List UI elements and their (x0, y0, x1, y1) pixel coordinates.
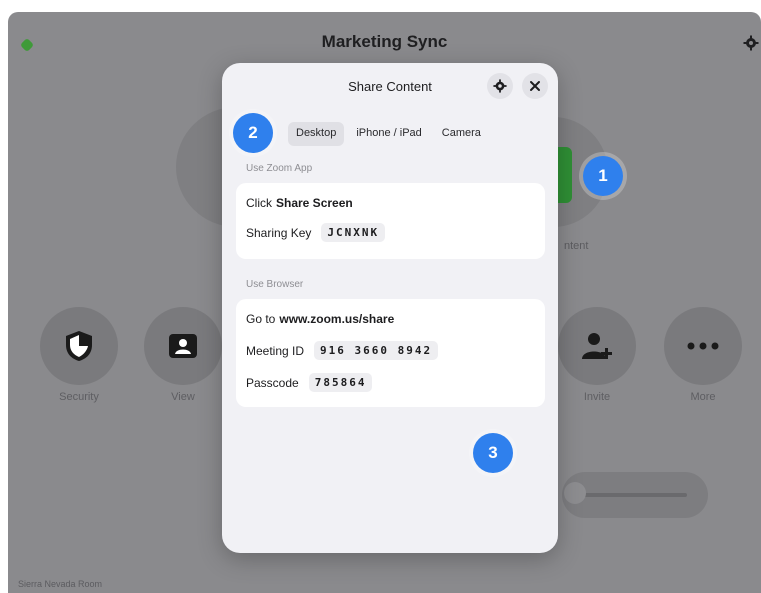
view-label: View (171, 391, 195, 403)
dialog-settings-button[interactable] (487, 73, 513, 99)
more-icon (687, 342, 719, 350)
browser-card: Go to www.zoom.us/share Meeting ID 916 3… (236, 299, 545, 407)
meeting-title: Marketing Sync (321, 32, 448, 51)
invite-button[interactable] (558, 307, 636, 385)
browser-section-label: Use Browser (246, 279, 304, 290)
sharing-key-row: Sharing Key JCNXNK (246, 223, 386, 242)
person-card-icon (169, 334, 197, 358)
zoom-app-section-label: Use Zoom App (246, 163, 313, 174)
meeting-id-label: Meeting ID (246, 343, 305, 358)
meeting-id-row: Meeting ID 916 3660 8942 (246, 341, 439, 360)
share-source-tabs: Desktop iPhone / iPad Camera (288, 122, 489, 146)
room-name: Sierra Nevada Room (18, 579, 103, 589)
passcode-value: 785864 (308, 373, 373, 392)
passcode-label: Passcode (246, 375, 299, 390)
security-label: Security (59, 391, 99, 403)
tab-iphone-ipad[interactable]: iPhone / iPad (348, 122, 429, 146)
zoom-app-card: Click Share Screen Sharing Key JCNXNK (236, 183, 545, 259)
share-content-label: ntent (564, 240, 589, 252)
invite-label: Invite (583, 391, 611, 403)
security-button[interactable] (40, 307, 118, 385)
step-marker-1: 1 (583, 156, 623, 196)
tab-camera[interactable]: Camera (434, 122, 489, 146)
share-screen-action: Share Screen (276, 196, 353, 210)
more-button[interactable] (664, 307, 742, 385)
gear-icon (493, 79, 507, 93)
more-label: More (690, 391, 716, 403)
dialog-close-button[interactable] (522, 73, 548, 99)
click-instruction: Click Share Screen (246, 196, 353, 210)
add-person-icon (582, 333, 612, 359)
close-icon (530, 81, 540, 91)
click-prefix: Click (246, 196, 272, 210)
step-marker-2: 2 (233, 113, 273, 153)
tab-desktop[interactable]: Desktop (288, 122, 345, 146)
volume-slider-knob[interactable] (564, 482, 586, 504)
volume-slider-line (583, 493, 687, 497)
meeting-id-value: 916 3660 8942 (314, 341, 439, 360)
passcode-row: Passcode 785864 (246, 373, 373, 392)
go-to-instruction: Go to www.zoom.us/share (246, 312, 394, 326)
step-marker-3: 3 (473, 433, 513, 473)
settings-gear-icon[interactable] (743, 35, 759, 51)
shield-icon (66, 331, 92, 361)
view-button[interactable] (144, 307, 222, 385)
sharing-key-label: Sharing Key (246, 225, 312, 240)
share-url: www.zoom.us/share (279, 312, 395, 326)
go-to-prefix: Go to (246, 312, 276, 326)
sharing-key-value: JCNXNK (321, 223, 386, 242)
